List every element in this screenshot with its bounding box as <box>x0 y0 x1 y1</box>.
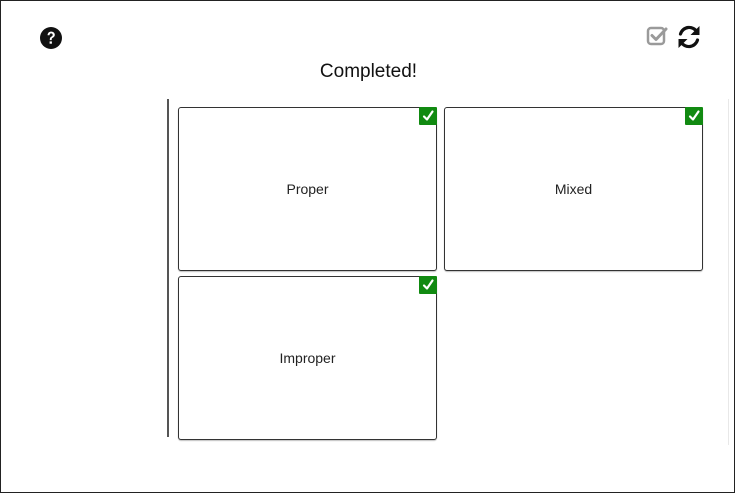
checkmark-badge-icon <box>685 107 703 125</box>
completion-status: Completed! <box>319 61 418 82</box>
card-label: Improper <box>279 350 336 366</box>
card-label: Mixed <box>554 181 593 197</box>
checkbox-checked-icon[interactable] <box>646 25 668 47</box>
card-mixed[interactable]: Mixed <box>444 107 703 271</box>
card-improper[interactable]: Improper <box>178 276 437 440</box>
right-edge-divider <box>728 99 729 445</box>
checkmark-badge-icon <box>419 276 437 294</box>
refresh-icon[interactable] <box>675 23 703 51</box>
activity-frame: Completed! Proper Mixed Improper <box>0 0 735 493</box>
vertical-divider <box>167 99 169 437</box>
card-proper[interactable]: Proper <box>178 107 437 271</box>
card-label: Proper <box>286 181 329 197</box>
checkmark-badge-icon <box>419 107 437 125</box>
question-circle-icon[interactable] <box>39 26 63 50</box>
